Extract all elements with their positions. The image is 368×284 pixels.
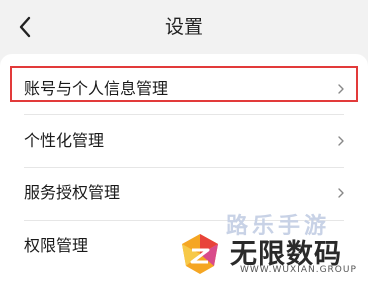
- chevron-right-icon: [338, 136, 344, 146]
- settings-item-personalization[interactable]: 个性化管理: [10, 120, 358, 162]
- divider: [24, 220, 344, 221]
- settings-item-label: 权限管理: [24, 236, 89, 255]
- header-bar: 设置: [0, 0, 368, 54]
- settings-item-label: 个性化管理: [24, 131, 105, 150]
- settings-item-label: 账号与个人信息管理: [24, 79, 169, 98]
- chevron-right-icon: [338, 188, 344, 198]
- settings-item-account[interactable]: 账号与个人信息管理: [10, 68, 358, 110]
- divider: [24, 167, 344, 168]
- settings-item-service-authorization[interactable]: 服务授权管理: [10, 172, 358, 214]
- settings-item-label: 服务授权管理: [24, 183, 121, 202]
- chevron-right-icon: [338, 84, 344, 94]
- settings-card: 账号与个人信息管理 个性化管理 服务授权管理 权限管理: [0, 54, 368, 284]
- divider: [24, 114, 344, 115]
- page-title: 设置: [164, 16, 203, 38]
- settings-item-permissions[interactable]: 权限管理: [10, 225, 358, 267]
